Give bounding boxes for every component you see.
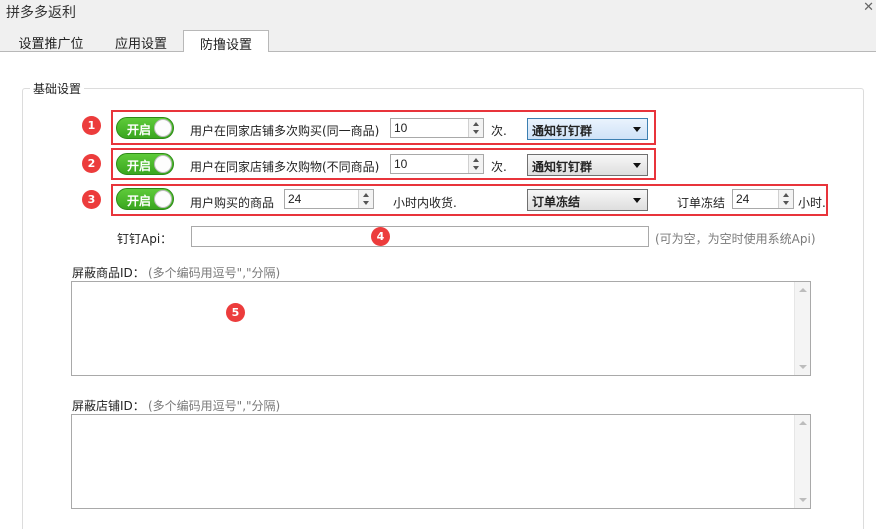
block-goods-hint: (多个编码用逗号","分隔) xyxy=(148,266,281,280)
unit-label: 小时内收货. xyxy=(393,196,457,210)
close-icon[interactable]: ✕ xyxy=(863,0,874,15)
action-select-quick-receipt[interactable]: 订单冻结 xyxy=(527,189,648,211)
step-badge-2: 2 xyxy=(82,154,101,173)
tab-app-settings[interactable]: 应用设置 xyxy=(98,30,184,52)
stepper-arrows[interactable] xyxy=(468,155,483,173)
rule-label-different-products: 用户在同家店铺多次购物(不同商品) xyxy=(190,160,380,174)
toggle-label: 开启 xyxy=(127,194,152,208)
block-shops-label: 屏蔽店铺ID： xyxy=(72,399,145,413)
stepper-value: 24 xyxy=(736,192,750,206)
dingtalk-api-input[interactable] xyxy=(191,226,649,247)
spin-up-icon[interactable] xyxy=(473,158,479,162)
toggle-knob xyxy=(154,190,172,208)
group-title: 基础设置 xyxy=(30,80,85,97)
step-badge-1: 1 xyxy=(82,116,101,135)
step-badge-4: 4 xyxy=(371,227,390,246)
stepper-arrows[interactable] xyxy=(468,119,483,137)
vertical-scrollbar[interactable] xyxy=(794,282,810,375)
scroll-up-icon[interactable] xyxy=(799,421,807,425)
block-goods-textarea[interactable] xyxy=(71,281,811,376)
scroll-up-icon[interactable] xyxy=(799,288,807,292)
rule-label-same-product: 用户在同家店铺多次购买(同一商品) xyxy=(190,124,380,138)
toggle-knob xyxy=(154,119,172,137)
step-badge-5: 5 xyxy=(226,303,245,322)
select-value: 通知钉钉群 xyxy=(532,160,593,174)
dropdown-caret-icon xyxy=(633,163,641,168)
select-value: 通知钉钉群 xyxy=(532,124,593,138)
window-title: 拼多多返利 xyxy=(6,5,76,21)
count-stepper-different-products[interactable]: 10 xyxy=(390,154,484,174)
hours-stepper-receipt[interactable]: 24 xyxy=(284,189,374,209)
rule-label-quick-receipt: 用户购买的商品 xyxy=(190,196,275,210)
block-goods-label: 屏蔽商品ID： xyxy=(72,266,145,280)
toggle-quick-receipt[interactable]: 开启 xyxy=(116,188,174,210)
scroll-down-icon[interactable] xyxy=(799,498,807,502)
count-stepper-same-product[interactable]: 10 xyxy=(390,118,484,138)
spin-up-icon[interactable] xyxy=(363,193,369,197)
spin-up-icon[interactable] xyxy=(783,193,789,197)
tab-promotion-slot[interactable]: 设置推广位 xyxy=(4,30,98,52)
stepper-arrows[interactable] xyxy=(778,190,793,208)
spin-down-icon[interactable] xyxy=(363,201,369,205)
toggle-knob xyxy=(154,155,172,173)
select-value: 订单冻结 xyxy=(532,195,581,209)
dingtalk-api-hint: (可为空，为空时使用系统Api) xyxy=(655,232,816,246)
vertical-scrollbar[interactable] xyxy=(794,415,810,508)
block-shops-textarea[interactable] xyxy=(71,414,811,509)
toggle-same-product[interactable]: 开启 xyxy=(116,117,174,139)
unit-label: 次. xyxy=(491,160,507,174)
freeze-hours-stepper[interactable]: 24 xyxy=(732,189,794,209)
action-select-different-products[interactable]: 通知钉钉群 xyxy=(527,154,648,176)
toggle-label: 开启 xyxy=(127,159,152,173)
toggle-label: 开启 xyxy=(127,123,152,137)
stepper-value: 10 xyxy=(394,157,408,171)
step-badge-3: 3 xyxy=(82,190,101,209)
spin-down-icon[interactable] xyxy=(473,130,479,134)
freeze-label: 订单冻结 xyxy=(677,196,726,210)
freeze-unit-label: 小时. xyxy=(798,196,826,210)
action-select-same-product[interactable]: 通知钉钉群 xyxy=(527,118,648,140)
spin-up-icon[interactable] xyxy=(473,122,479,126)
stepper-value: 10 xyxy=(394,121,408,135)
dingtalk-api-label: 钉钉Api： xyxy=(117,232,173,246)
tab-anti-abuse-settings[interactable]: 防撸设置 xyxy=(183,30,269,53)
spin-down-icon[interactable] xyxy=(473,166,479,170)
block-shops-hint: (多个编码用逗号","分隔) xyxy=(148,399,281,413)
spin-down-icon[interactable] xyxy=(783,201,789,205)
stepper-value: 24 xyxy=(288,192,302,206)
stepper-arrows[interactable] xyxy=(358,190,373,208)
toggle-different-products[interactable]: 开启 xyxy=(116,153,174,175)
dropdown-caret-icon xyxy=(633,127,641,132)
dropdown-caret-icon xyxy=(633,198,641,203)
unit-label: 次. xyxy=(491,124,507,138)
scroll-down-icon[interactable] xyxy=(799,365,807,369)
